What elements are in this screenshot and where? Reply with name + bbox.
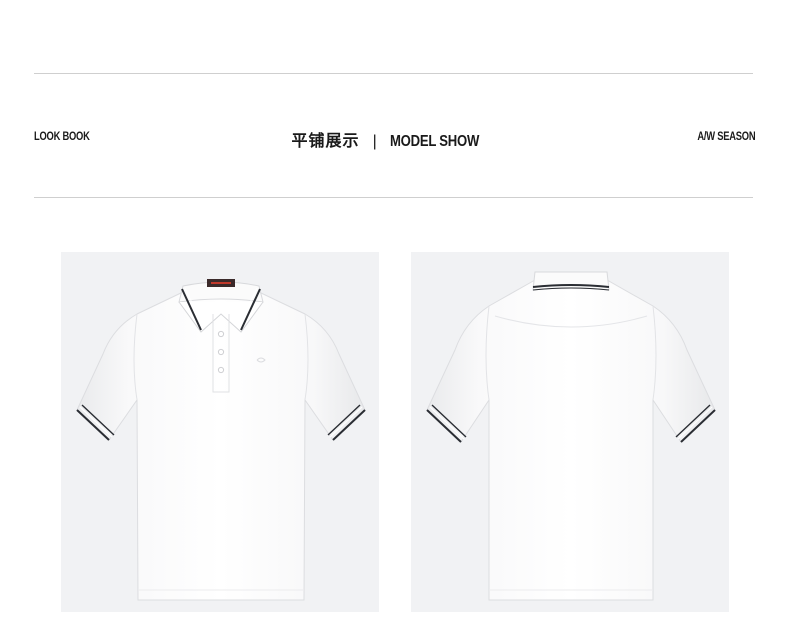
title-english: MODEL SHOW [389, 133, 479, 150]
section-title: 平铺展示 | MODEL SHOW [0, 127, 790, 151]
polo-front-image [61, 252, 379, 612]
bottom-divider [34, 197, 753, 198]
polo-back-image [411, 252, 729, 612]
season-label: A/W SEASON [697, 129, 755, 143]
polo-front-illustration [76, 279, 366, 601]
top-divider [34, 73, 753, 74]
title-separator: | [372, 133, 377, 150]
title-chinese: 平铺展示 [291, 131, 360, 150]
polo-back-illustration [426, 271, 716, 601]
